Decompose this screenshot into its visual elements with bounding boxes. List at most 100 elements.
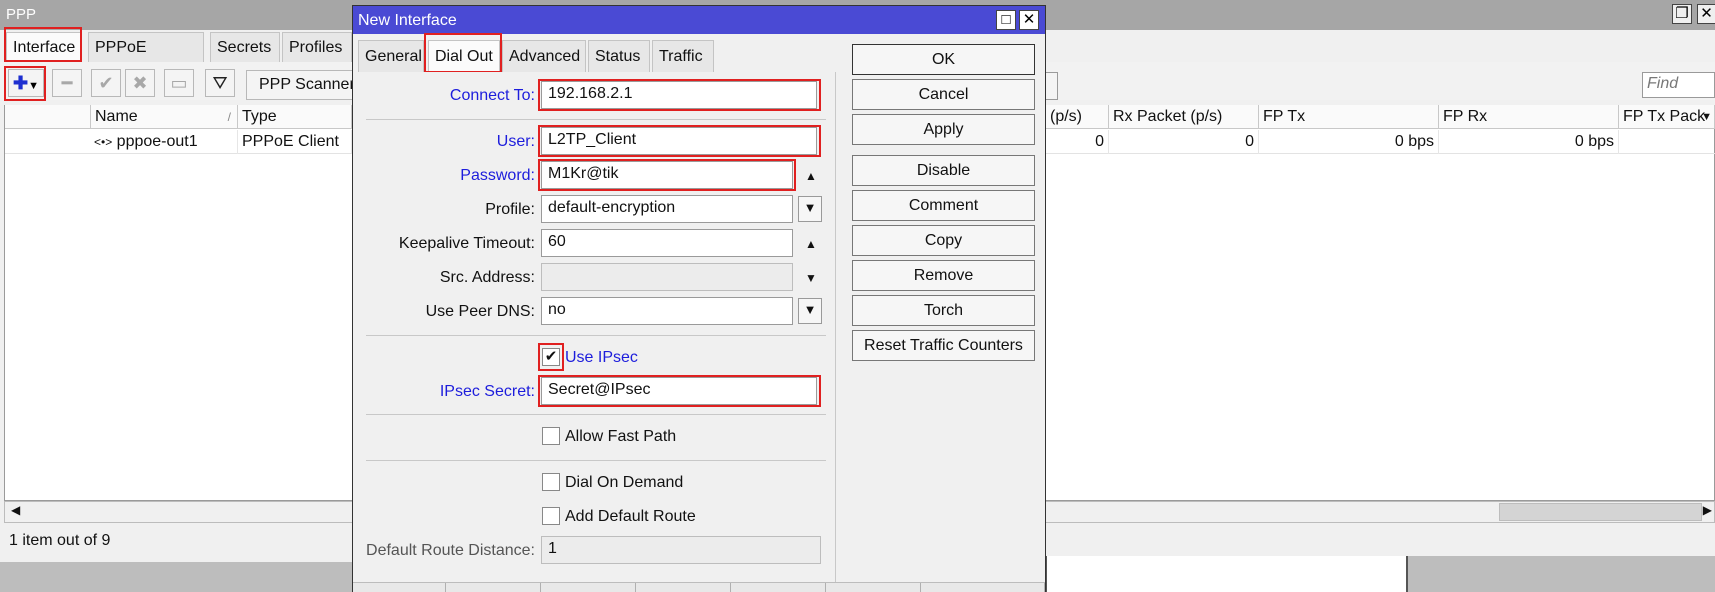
allow-fast-path-label: Allow Fast Path [565, 428, 677, 445]
use-peer-dns-select[interactable]: no [541, 297, 793, 325]
status-cell [446, 583, 541, 592]
password-label: Password: [460, 167, 535, 184]
row-name-cell: <•> pppoe-out1 [94, 130, 238, 154]
filter-icon: ⛛ [212, 73, 228, 93]
col-rx-packet[interactable]: Rx Packet (p/s) [1109, 105, 1259, 129]
remove-button[interactable]: Remove [852, 260, 1035, 291]
tab-interface[interactable]: Interface [6, 32, 82, 62]
dial-on-demand-checkbox[interactable] [542, 473, 560, 491]
col-name[interactable]: Name / [91, 105, 238, 129]
row-fp-rx-cell: 0 bps [1439, 130, 1619, 154]
allow-fast-path-checkbox[interactable] [542, 427, 560, 445]
comment-button[interactable]: Comment [852, 190, 1035, 221]
use-ipsec-checkbox[interactable]: ✔ [542, 348, 560, 366]
copy-button[interactable]: Copy [852, 225, 1035, 256]
chevron-down-icon: ▼ [28, 80, 39, 92]
enable-button[interactable]: ✔ [91, 69, 121, 97]
add-default-route-label: Add Default Route [565, 508, 696, 525]
tab-traffic[interactable]: Traffic [652, 40, 714, 72]
column-menu-icon: ▼ [1701, 111, 1712, 123]
minus-icon: ━ [61, 73, 73, 93]
ipsec-secret-field[interactable]: Secret@IPsec [541, 377, 817, 405]
separator [366, 335, 826, 336]
dial-on-demand-label: Dial On Demand [565, 474, 684, 491]
filter-button[interactable]: ⛛ [205, 69, 235, 97]
user-label: User: [496, 133, 535, 150]
disable-button[interactable]: ✖ [125, 69, 155, 97]
tab-advanced[interactable]: Advanced [502, 40, 586, 72]
reset-traffic-counters-button[interactable]: Reset Traffic Counters [852, 330, 1035, 361]
pppoe-icon: <•> [94, 135, 113, 149]
status-cell [921, 583, 1045, 592]
restore-icon[interactable]: ❐ [1672, 4, 1692, 24]
status-cell [636, 583, 731, 592]
collapse-arrow-icon[interactable]: ▲ [800, 169, 822, 183]
profile-select[interactable]: default-encryption [541, 195, 793, 223]
col-flags[interactable] [5, 105, 91, 129]
keepalive-field[interactable]: 60 [541, 229, 793, 257]
toolbar-dropdown-edge [1046, 72, 1058, 100]
tab-secrets[interactable]: Secrets [210, 32, 280, 62]
use-ipsec-label: Use IPsec [565, 349, 638, 366]
maximize-icon[interactable]: □ [996, 10, 1016, 30]
use-peer-dns-label: Use Peer DNS: [425, 303, 535, 320]
row-rx-packet-cell: 0 [1109, 130, 1259, 154]
tab-dial-out[interactable]: Dial Out [428, 40, 500, 72]
background-panel [1406, 556, 1715, 592]
connect-to-label: Connect To: [449, 87, 535, 104]
add-default-route-checkbox[interactable] [542, 507, 560, 525]
plus-icon: ✚ [13, 73, 29, 93]
src-address-label: Src. Address: [439, 269, 535, 286]
col-tx-packet[interactable]: (p/s) [1046, 105, 1109, 129]
password-field[interactable]: M1Kr@tik [541, 161, 793, 189]
col-fp-rx[interactable]: FP Rx [1439, 105, 1619, 129]
x-icon: ✖ [132, 73, 148, 93]
dialog-title: New Interface [358, 12, 457, 29]
ipsec-secret-label: IPsec Secret: [439, 383, 535, 400]
separator [366, 414, 826, 415]
scroll-right-icon[interactable]: ▶ [1703, 503, 1712, 517]
expand-arrow-icon[interactable]: ▼ [800, 271, 822, 285]
torch-button[interactable]: Torch [852, 295, 1035, 326]
find-input[interactable]: Find [1642, 72, 1715, 98]
row-fp-tx-cell: 0 bps [1259, 130, 1439, 154]
profile-dropdown-icon[interactable]: ▼ [798, 196, 822, 222]
status-cell [541, 583, 636, 592]
apply-button[interactable]: Apply [852, 114, 1035, 145]
col-fp-tx[interactable]: FP Tx [1259, 105, 1439, 129]
sort-icon: / [227, 110, 231, 124]
scroll-left-icon[interactable]: ◀ [11, 503, 20, 517]
tab-pppoe-servers[interactable]: PPPoE Servers [88, 32, 204, 86]
separator [366, 119, 826, 120]
comment-button[interactable]: ▭ [164, 69, 194, 97]
status-cell [826, 583, 921, 592]
cancel-button[interactable]: Cancel [852, 79, 1035, 110]
default-route-distance-label: Default Route Distance: [366, 542, 535, 559]
ppp-scanner-button[interactable]: PPP Scanner [246, 70, 356, 100]
row-type-cell: PPPoE Client [242, 130, 352, 154]
status-cell [731, 583, 826, 592]
col-fp-tx-packet[interactable]: FP Tx Pack ▼ [1619, 105, 1715, 129]
col-type[interactable]: Type [238, 105, 352, 129]
row-tx-packet-cell: 0 [1046, 130, 1109, 154]
ok-button[interactable]: OK [852, 44, 1035, 75]
status-cell [353, 583, 446, 592]
collapse-arrow-icon[interactable]: ▲ [800, 237, 822, 251]
disable-button[interactable]: Disable [852, 155, 1035, 186]
close-icon[interactable]: ✕ [1697, 4, 1715, 24]
profile-label: Profile: [485, 201, 535, 218]
dialog-close-icon[interactable]: ✕ [1019, 10, 1039, 30]
tab-general[interactable]: General [358, 40, 424, 72]
src-address-field[interactable] [541, 263, 793, 291]
default-route-distance-field[interactable]: 1 [541, 536, 821, 564]
user-field[interactable]: L2TP_Client [541, 127, 817, 155]
scroll-thumb[interactable] [1499, 503, 1702, 521]
connect-to-field[interactable]: 192.168.2.1 [541, 81, 817, 109]
keepalive-label: Keepalive Timeout: [398, 235, 535, 252]
add-button[interactable]: ✚▼ [8, 69, 44, 97]
dns-dropdown-icon[interactable]: ▼ [798, 298, 822, 324]
check-icon: ✔ [98, 73, 114, 93]
tab-status[interactable]: Status [588, 40, 650, 72]
remove-button[interactable]: ━ [52, 69, 82, 97]
tab-profiles[interactable]: Profiles [282, 32, 352, 62]
